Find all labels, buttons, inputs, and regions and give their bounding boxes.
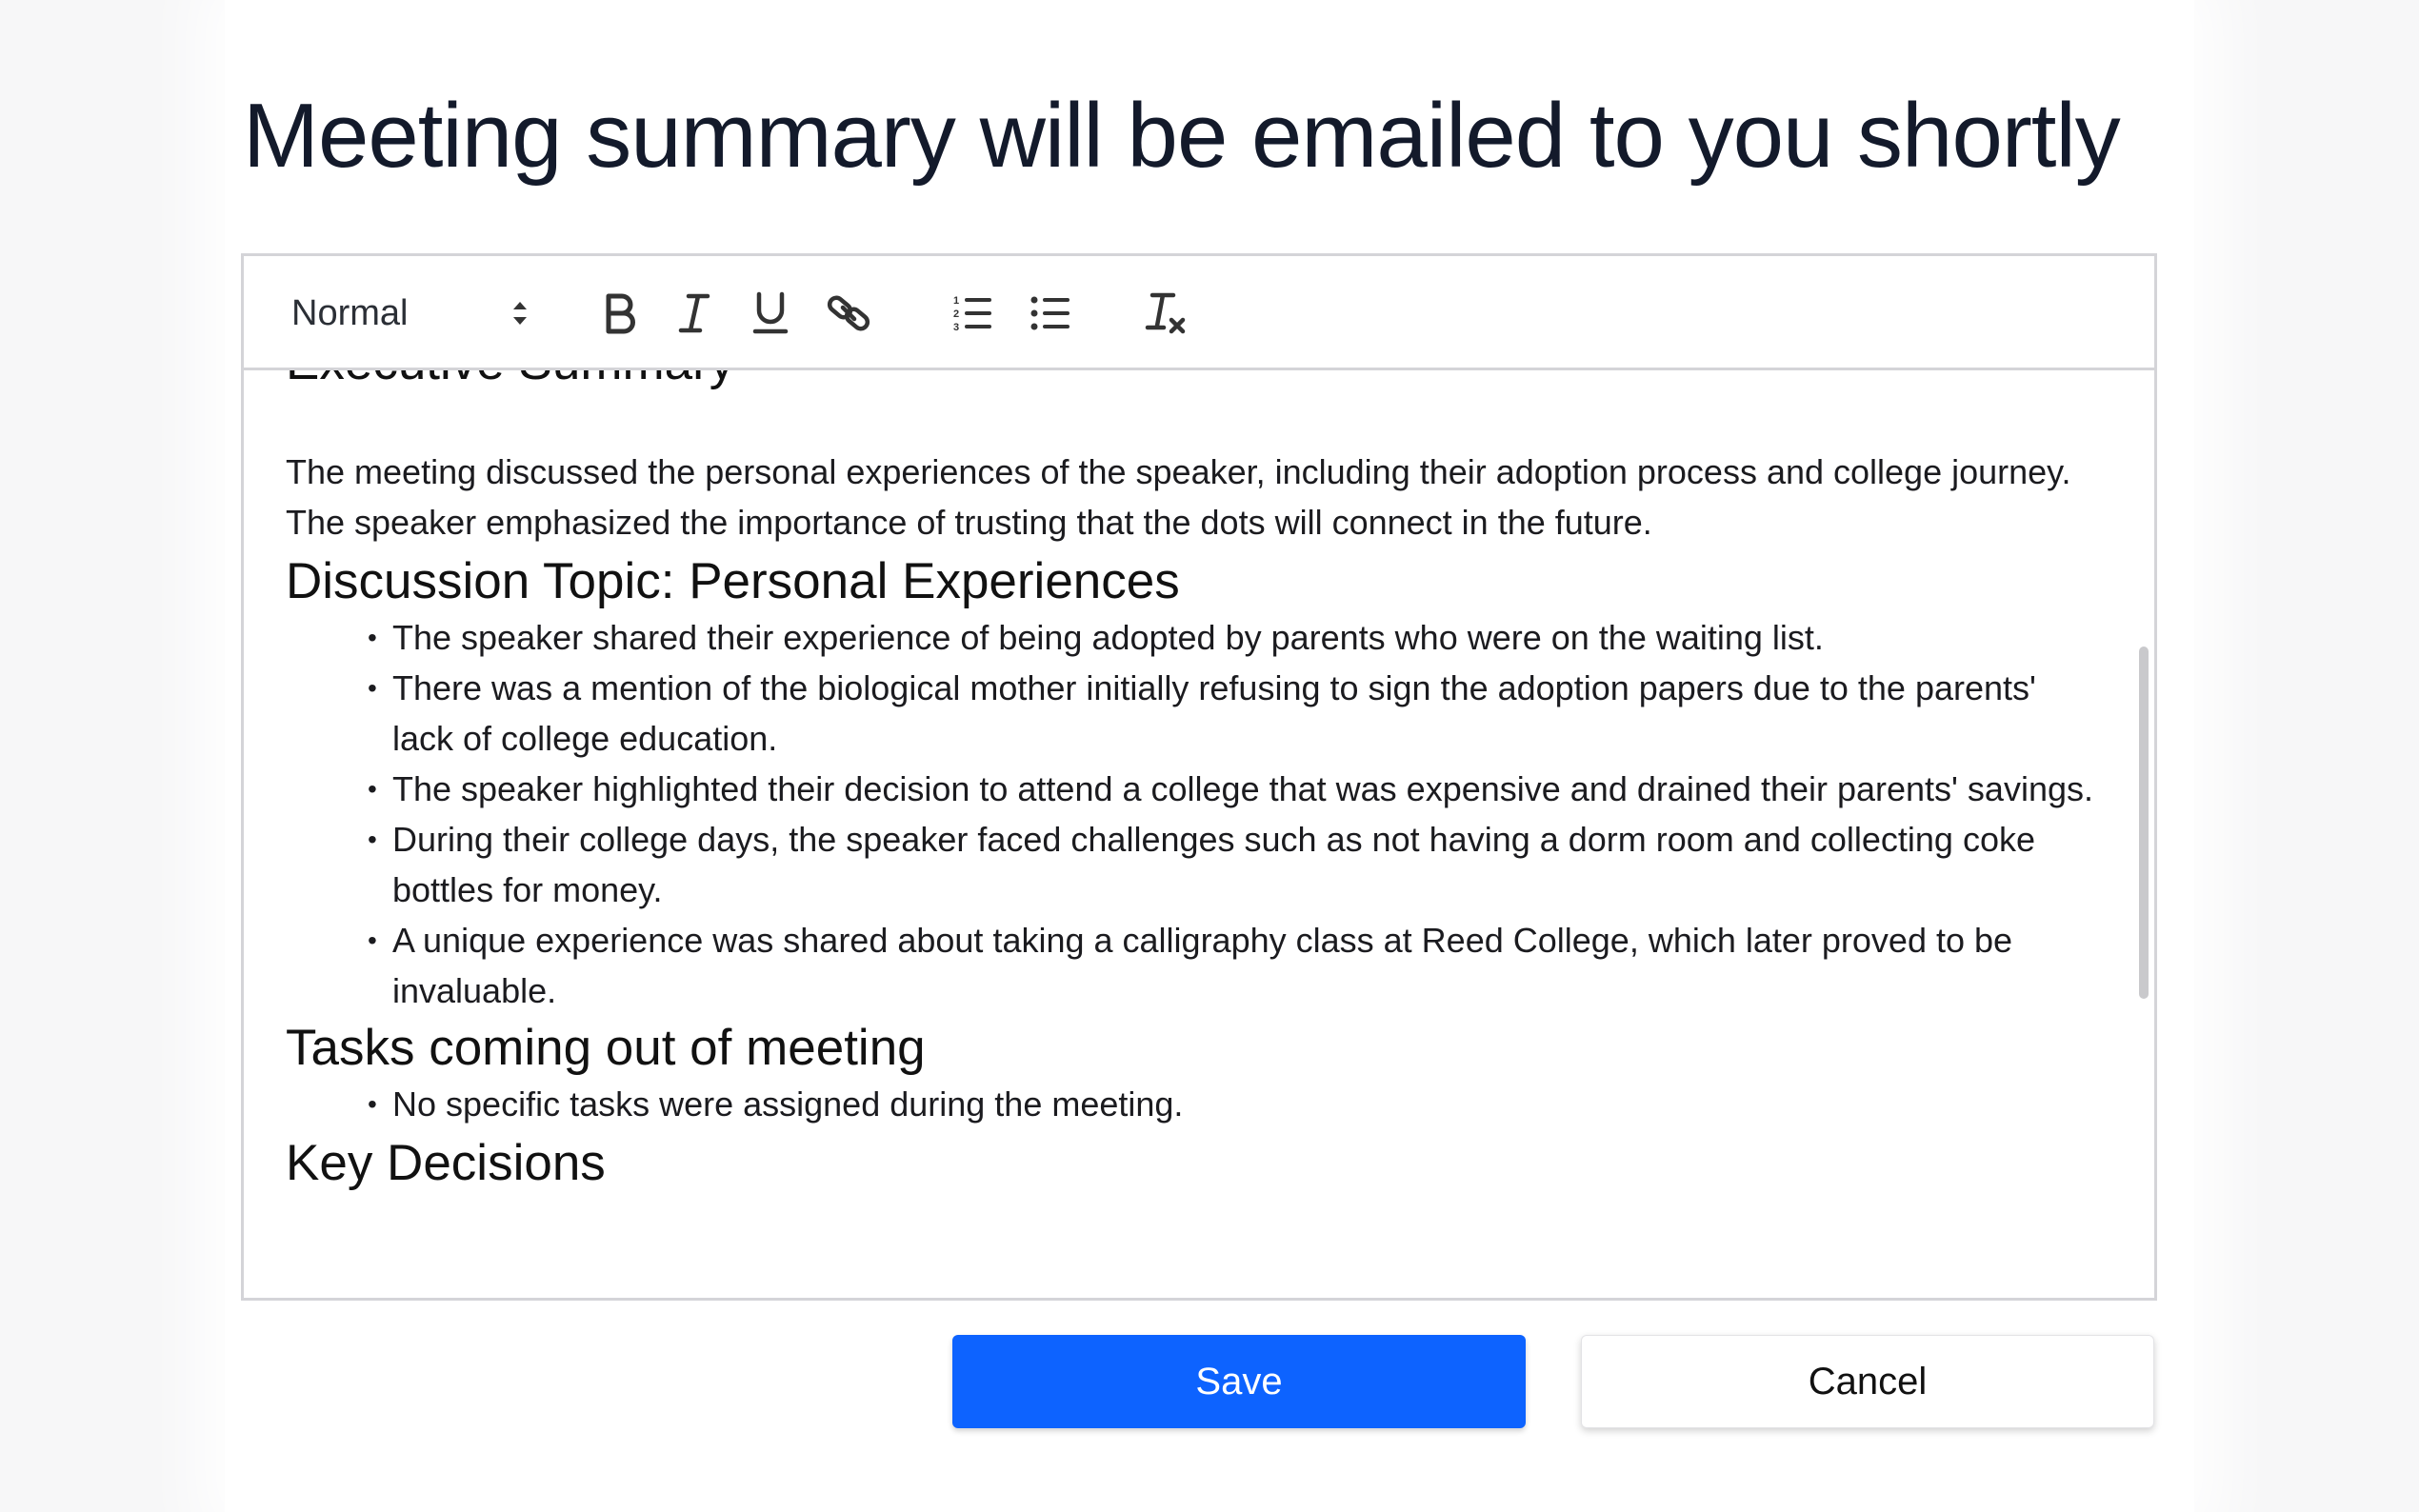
executive-summary-heading: Executive Summary (286, 370, 2133, 393)
format-select-value: Normal (291, 292, 409, 333)
ordered-list-icon: 1 2 3 (951, 292, 993, 334)
rich-text-editor[interactable]: Normal 1 2 3 The meeting discussed the p… (241, 253, 2157, 1301)
clear-formatting-button[interactable] (1131, 277, 1202, 349)
svg-text:1: 1 (953, 295, 959, 307)
link-button[interactable] (813, 277, 884, 349)
italic-button[interactable] (661, 277, 728, 349)
clear-formatting-icon (1145, 291, 1189, 335)
underline-button[interactable] (737, 277, 804, 349)
list-item: During their college days, the speaker f… (368, 814, 2133, 915)
key-decisions-heading: Key Decisions (286, 1135, 606, 1191)
save-button[interactable]: Save (952, 1335, 1526, 1428)
list-item: No specific tasks were assigned during t… (368, 1079, 2133, 1129)
tasks-list: No specific tasks were assigned during t… (286, 1079, 2133, 1129)
editor-content[interactable]: Executive Summary The meeting discussed … (244, 370, 2154, 1298)
scrollbar-thumb[interactable] (2139, 647, 2149, 999)
updown-chevron-icon (510, 297, 530, 329)
discussion-list: The speaker shared their experience of b… (286, 612, 2133, 1016)
italic-icon (677, 292, 711, 334)
list-item: The speaker highlighted their decision t… (368, 764, 2133, 814)
bullet-list-button[interactable] (1015, 277, 1086, 349)
discussion-topic-heading: Discussion Topic: Personal Experiences (286, 553, 1180, 609)
list-item: The speaker shared their experience of b… (368, 612, 2133, 663)
executive-summary-text: The meeting discussed the personal exper… (286, 452, 2071, 542)
bold-icon (603, 292, 637, 334)
cancel-button[interactable]: Cancel (1581, 1335, 2154, 1428)
ordered-list-button[interactable]: 1 2 3 (937, 277, 1008, 349)
bold-button[interactable] (587, 277, 653, 349)
tasks-heading: Tasks coming out of meeting (286, 1020, 926, 1076)
format-select[interactable]: Normal (291, 277, 530, 349)
dialog-title: Meeting summary will be emailed to you s… (243, 85, 2121, 187)
underline-icon (751, 291, 790, 335)
link-icon (827, 291, 870, 335)
editor-scrollbar[interactable] (2131, 370, 2154, 1298)
editor-toolbar: Normal 1 2 3 (244, 256, 2154, 370)
list-item: A unique experience was shared about tak… (368, 915, 2133, 1016)
svg-text:3: 3 (953, 322, 959, 333)
document-body: Executive Summary The meeting discussed … (286, 370, 2133, 1194)
bullet-list-icon (1030, 292, 1071, 334)
svg-text:2: 2 (953, 308, 959, 320)
list-item: There was a mention of the biological mo… (368, 663, 2133, 764)
